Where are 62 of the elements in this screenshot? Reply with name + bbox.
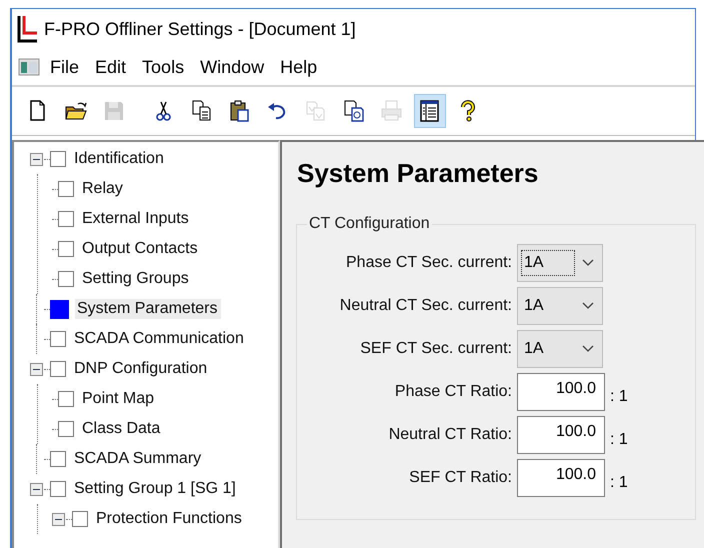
group-title: CT Configuration bbox=[308, 215, 431, 233]
ratio-suffix: : 1 bbox=[610, 386, 628, 406]
tree-item[interactable]: Identification bbox=[72, 149, 168, 169]
collapse-icon[interactable] bbox=[30, 362, 43, 376]
checkbox[interactable] bbox=[58, 391, 74, 407]
tree-item[interactable]: Point Map bbox=[80, 389, 158, 409]
collapse-icon[interactable] bbox=[52, 512, 65, 526]
chevron-down-icon bbox=[582, 344, 594, 352]
field-label: Phase CT Ratio: bbox=[394, 382, 513, 400]
page-heading: System Parameters bbox=[297, 158, 540, 189]
tree-item[interactable]: Output Contacts bbox=[80, 239, 202, 259]
tree-item[interactable]: SCADA Communication bbox=[72, 329, 248, 349]
menu-item[interactable]: Window bbox=[194, 54, 270, 80]
collapse-icon[interactable] bbox=[30, 482, 43, 496]
checkbox[interactable] bbox=[58, 181, 74, 197]
dropdown[interactable]: 1A bbox=[517, 286, 603, 324]
tree-item[interactable]: Relay bbox=[80, 179, 127, 199]
toolbar-button[interactable] bbox=[414, 94, 446, 128]
tree-item[interactable]: Protection Functions bbox=[94, 509, 246, 529]
checkbox[interactable] bbox=[50, 331, 66, 347]
tree-item[interactable]: Setting Groups bbox=[80, 269, 193, 289]
field-label: Neutral CT Sec. current: bbox=[338, 296, 513, 314]
tree-item[interactable]: Setting Group 1 [SG 1] bbox=[72, 479, 240, 499]
menu-item[interactable]: File bbox=[44, 54, 86, 80]
menu-item[interactable]: Tools bbox=[136, 54, 190, 80]
printer-icon bbox=[380, 99, 404, 123]
clipboard-icon bbox=[228, 99, 252, 123]
checkbox[interactable] bbox=[58, 211, 74, 227]
checkbox[interactable] bbox=[58, 421, 74, 437]
checkbox[interactable] bbox=[50, 361, 66, 377]
document-copy-icon bbox=[342, 99, 366, 123]
menu-item[interactable]: Edit bbox=[89, 54, 132, 80]
checkbox[interactable] bbox=[50, 451, 66, 467]
field-label: Neutral CT Ratio: bbox=[388, 426, 513, 444]
dropdown[interactable]: 1A bbox=[517, 330, 603, 368]
field-label: SEF CT Sec. current: bbox=[359, 340, 513, 358]
ratio-suffix: : 1 bbox=[610, 430, 628, 448]
checkbox[interactable] bbox=[50, 481, 66, 497]
list-view-icon bbox=[418, 99, 442, 123]
checkbox[interactable] bbox=[50, 151, 66, 167]
ratio-suffix: : 1 bbox=[610, 472, 628, 492]
app-logo-icon bbox=[16, 15, 38, 43]
tree-item[interactable]: SCADA Summary bbox=[72, 449, 206, 469]
number-field[interactable]: 100.0 bbox=[517, 458, 605, 496]
number-field[interactable]: 100.0 bbox=[517, 372, 605, 410]
document-window-icon[interactable] bbox=[18, 57, 40, 77]
dropdown[interactable]: 1A bbox=[517, 244, 603, 282]
checkbox[interactable] bbox=[58, 241, 74, 257]
chevron-down-icon bbox=[582, 258, 594, 266]
number-field[interactable]: 100.0 bbox=[517, 416, 605, 454]
chevron-down-icon bbox=[582, 302, 594, 310]
tree-item[interactable]: External Inputs bbox=[80, 209, 193, 229]
tree-item[interactable]: Class Data bbox=[80, 419, 164, 439]
field-label: Phase CT Sec. current: bbox=[345, 254, 513, 272]
window-title: F-PRO Offliner Settings - [Document 1] bbox=[44, 18, 356, 40]
tree-item[interactable]: System Parameters bbox=[75, 299, 222, 319]
tree-item[interactable]: DNP Configuration bbox=[72, 359, 212, 379]
field-label: SEF CT Ratio: bbox=[408, 468, 513, 486]
checkbox[interactable] bbox=[58, 271, 74, 287]
menu-item[interactable]: Help bbox=[274, 54, 324, 80]
checkbox[interactable] bbox=[72, 511, 88, 527]
collapse-icon[interactable] bbox=[30, 152, 43, 166]
